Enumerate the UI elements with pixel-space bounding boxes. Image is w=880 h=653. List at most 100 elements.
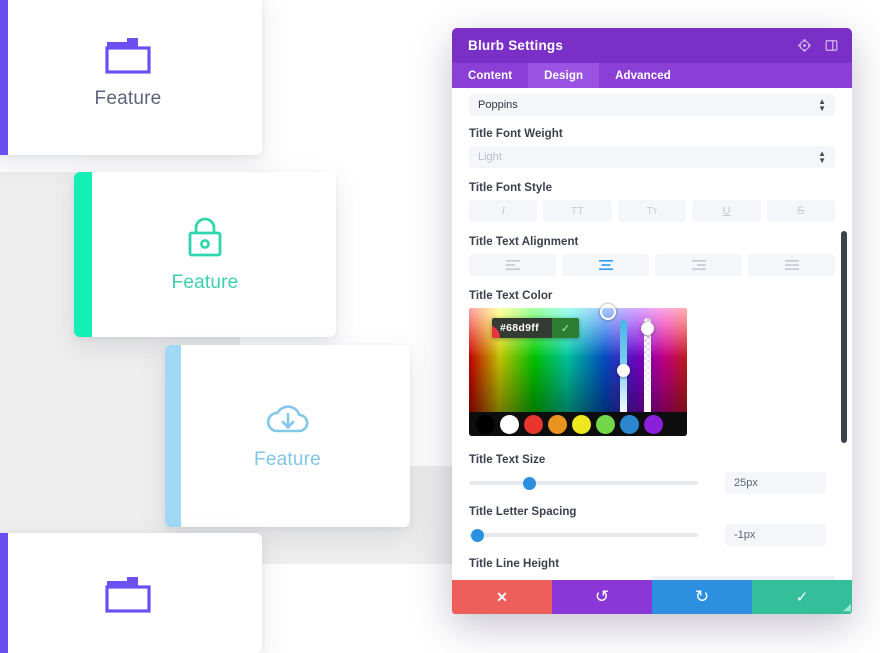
title-font-style-label: Title Font Style	[469, 182, 553, 194]
title-line-height-label: Title Line Height	[469, 558, 560, 570]
title-text-size-slider[interactable]	[469, 475, 698, 491]
folder-icon	[105, 37, 151, 74]
title-text-alignment-field: Title Text Alignment	[469, 236, 835, 276]
swatch-red[interactable]	[524, 414, 543, 434]
title-letter-spacing-field: Title Letter Spacing -1px	[469, 506, 835, 546]
font-style-button-group[interactable]: I TT Tᴛ U S	[469, 200, 836, 222]
strikethrough-icon: S	[797, 205, 805, 217]
align-right-icon	[691, 260, 706, 270]
font-family-value: Poppins	[478, 99, 518, 111]
layout-panel-icon[interactable]	[822, 37, 840, 55]
cancel-button[interactable]: ✕	[452, 580, 552, 614]
card-label: Feature	[94, 87, 162, 109]
title-font-weight-select[interactable]: Light ▲ ▼	[469, 146, 835, 168]
tab-advanced[interactable]: Advanced	[599, 63, 687, 88]
strikethrough-button[interactable]: S	[766, 200, 836, 222]
slider-thumb[interactable]	[522, 476, 536, 490]
smallcaps-button[interactable]: Tᴛ	[617, 200, 687, 222]
swatch-orange[interactable]	[548, 414, 567, 434]
align-justify-icon	[784, 260, 799, 270]
title-letter-spacing-input[interactable]: -1px	[725, 524, 826, 546]
align-center-icon	[598, 260, 613, 270]
smallcaps-icon: Tᴛ	[646, 205, 658, 217]
title-font-weight-field: Title Font Weight Light ▲ ▼	[469, 128, 835, 168]
title-font-style-field: Title Font Style I TT Tᴛ U S	[469, 182, 836, 222]
card-accent-bar	[165, 345, 181, 527]
italic-button[interactable]: I	[469, 200, 538, 222]
alpha-slider-handle[interactable]	[641, 322, 654, 335]
feature-card[interactable]: Feature	[165, 345, 410, 527]
font-weight-value: Light	[478, 151, 502, 163]
blurb-settings-modal[interactable]: Blurb Settings Content Design Advanced P…	[452, 28, 852, 614]
title-text-color-field: Title Text Color #68d9ff ✓	[469, 290, 835, 436]
hex-input-group[interactable]: #68d9ff ✓ 1	[492, 318, 579, 338]
redo-button[interactable]: ↻	[652, 580, 752, 614]
title-letter-spacing-slider[interactable]	[469, 527, 698, 543]
swatch-green[interactable]	[596, 414, 615, 434]
slider-track	[469, 533, 698, 537]
underline-button[interactable]: U	[692, 200, 761, 222]
align-left-icon	[505, 260, 520, 270]
title-line-height-field: Title Line Height Default Hover	[469, 558, 835, 580]
color-swatch-row[interactable]	[469, 412, 687, 436]
tab-content[interactable]: Content	[452, 63, 528, 88]
modal-tab-bar[interactable]: Content Design Advanced	[452, 63, 852, 88]
swatch-purple[interactable]	[644, 414, 663, 434]
swatch-blue[interactable]	[620, 414, 639, 434]
title-letter-spacing-row[interactable]: -1px	[469, 524, 835, 546]
undo-icon: ↺	[594, 587, 610, 606]
swatch-white[interactable]	[500, 414, 519, 434]
card-label: Feature	[171, 271, 239, 293]
title-text-size-field: Title Text Size 25px	[469, 454, 835, 494]
tab-design[interactable]: Design	[528, 63, 600, 88]
title-text-size-label: Title Text Size	[469, 454, 546, 466]
title-text-size-input[interactable]: 25px	[725, 472, 826, 494]
hue-slider-handle[interactable]	[617, 364, 630, 377]
title-font-weight-label: Title Font Weight	[469, 128, 563, 140]
align-justify-button[interactable]	[748, 254, 835, 276]
card-label: Feature	[254, 449, 321, 470]
folder-icon	[105, 577, 151, 613]
modal-footer[interactable]: ✕ ↺ ↻ ✓ ◢	[452, 580, 852, 614]
align-right-button[interactable]	[655, 254, 742, 276]
modal-scrollbar[interactable]	[841, 88, 850, 580]
feature-card[interactable]: Feature	[0, 0, 262, 155]
align-left-button[interactable]	[469, 254, 556, 276]
slider-thumb[interactable]	[470, 528, 484, 542]
swatch-yellow[interactable]	[572, 414, 591, 434]
chevron-updown-icon: ▲ ▼	[818, 149, 826, 165]
slider-track	[469, 481, 698, 485]
cloud-download-icon	[266, 405, 308, 433]
text-alignment-button-group[interactable]	[469, 254, 835, 276]
resize-handle-icon[interactable]: ◢	[837, 599, 851, 613]
chevron-updown-icon: ▲ ▼	[818, 97, 826, 113]
feature-card[interactable]: Feature	[74, 172, 336, 337]
card-accent-bar	[0, 533, 8, 653]
undo-button[interactable]: ↺	[552, 580, 652, 614]
feature-card[interactable]	[0, 533, 262, 653]
settings-gear-icon[interactable]	[795, 37, 813, 55]
card-accent-bar	[74, 172, 92, 337]
title-letter-spacing-label: Title Letter Spacing	[469, 506, 577, 518]
title-text-color-label: Title Text Color	[469, 290, 553, 302]
italic-icon: I	[501, 205, 506, 217]
color-picker-handle[interactable]	[600, 304, 616, 320]
color-picker[interactable]: #68d9ff ✓ 1	[469, 304, 687, 436]
align-center-button[interactable]	[562, 254, 649, 276]
title-text-alignment-label: Title Text Alignment	[469, 236, 579, 248]
hex-color-input[interactable]: #68d9ff	[492, 318, 552, 338]
uppercase-button[interactable]: TT	[543, 200, 612, 222]
title-text-size-row[interactable]: 25px	[469, 472, 835, 494]
check-icon: ✓	[795, 589, 809, 606]
close-icon: ✕	[496, 588, 508, 605]
scrollbar-thumb[interactable]	[841, 231, 847, 443]
underline-icon: U	[722, 205, 731, 217]
card-accent-bar	[0, 0, 8, 155]
hex-confirm-button[interactable]: ✓	[552, 318, 579, 338]
redo-icon: ↻	[694, 587, 710, 606]
modal-header[interactable]: Blurb Settings	[452, 28, 852, 63]
modal-body[interactable]: Poppins ▲ ▼ Title Font Weight Light ▲ ▼ Ti…	[452, 88, 852, 580]
lock-icon	[188, 217, 222, 256]
swatch-black[interactable]	[476, 414, 495, 434]
title-font-family-select[interactable]: Poppins ▲ ▼	[469, 94, 835, 116]
